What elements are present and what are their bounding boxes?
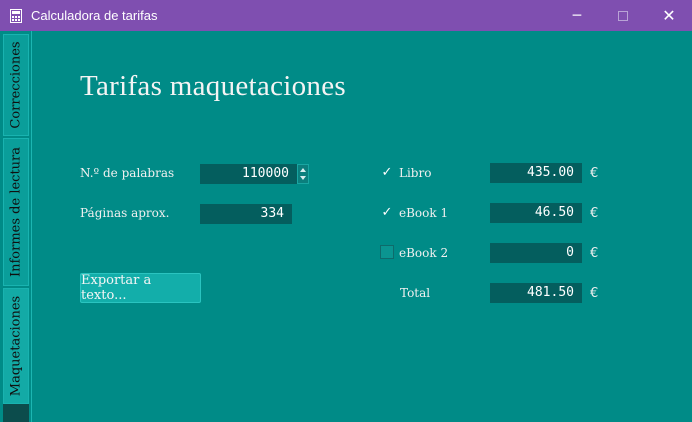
- tab-correcciones[interactable]: Correcciones: [3, 34, 29, 136]
- content-divider: [31, 31, 32, 422]
- tab-label: Correcciones: [8, 41, 24, 129]
- libro-currency: €: [590, 166, 599, 181]
- title-bar[interactable]: Calculadora de tarifas ─ ✕: [0, 0, 692, 31]
- libro-label: Libro: [399, 166, 432, 180]
- words-spinbox[interactable]: 110000: [200, 164, 297, 184]
- tab-label: Maquetaciones: [8, 295, 24, 397]
- minimize-button[interactable]: ─: [554, 0, 600, 31]
- maximize-button[interactable]: [600, 0, 646, 31]
- ebook2-currency: €: [590, 246, 599, 261]
- words-label: N.º de palabras: [80, 166, 175, 180]
- sidebar-footer: [3, 404, 29, 422]
- minimize-icon: ─: [572, 7, 582, 24]
- close-icon: ✕: [662, 6, 676, 25]
- ebook2-checkbox[interactable]: [380, 245, 394, 259]
- ebook1-label: eBook 1: [399, 206, 449, 220]
- total-label: Total: [400, 286, 431, 300]
- tab-informes-de-lectura[interactable]: Informes de lectura: [3, 138, 29, 286]
- pages-field: 334: [200, 204, 292, 224]
- page-title: Tarifas maquetaciones: [80, 70, 346, 102]
- tab-label: Informes de lectura: [8, 146, 24, 278]
- total-currency: €: [590, 286, 599, 301]
- spin-up-icon[interactable]: [300, 168, 306, 172]
- maximize-icon: [618, 10, 628, 21]
- ebook2-price-field: 0: [490, 243, 582, 263]
- tab-maquetaciones[interactable]: Maquetaciones: [3, 288, 29, 404]
- libro-price-field: 435.00: [490, 163, 582, 183]
- pages-label: Páginas aprox.: [80, 206, 170, 220]
- sidebar-tabs: Correcciones Informes de lectura Maqueta…: [0, 31, 32, 422]
- libro-checkbox[interactable]: ✓: [380, 166, 394, 180]
- export-button[interactable]: Exportar a texto...: [80, 273, 201, 303]
- window-title: Calculadora de tarifas: [31, 8, 158, 23]
- ebook1-price-field: 46.50: [490, 203, 582, 223]
- ebook1-currency: €: [590, 206, 599, 221]
- calculator-icon: [10, 9, 22, 23]
- ebook2-label: eBook 2: [399, 246, 449, 260]
- app-window: Calculadora de tarifas ─ ✕ Correcciones …: [0, 0, 692, 422]
- close-button[interactable]: ✕: [646, 0, 692, 31]
- words-spin-buttons[interactable]: [297, 164, 309, 184]
- spin-down-icon[interactable]: [300, 176, 306, 180]
- total-field: 481.50: [490, 283, 582, 303]
- ebook1-checkbox[interactable]: ✓: [380, 206, 394, 220]
